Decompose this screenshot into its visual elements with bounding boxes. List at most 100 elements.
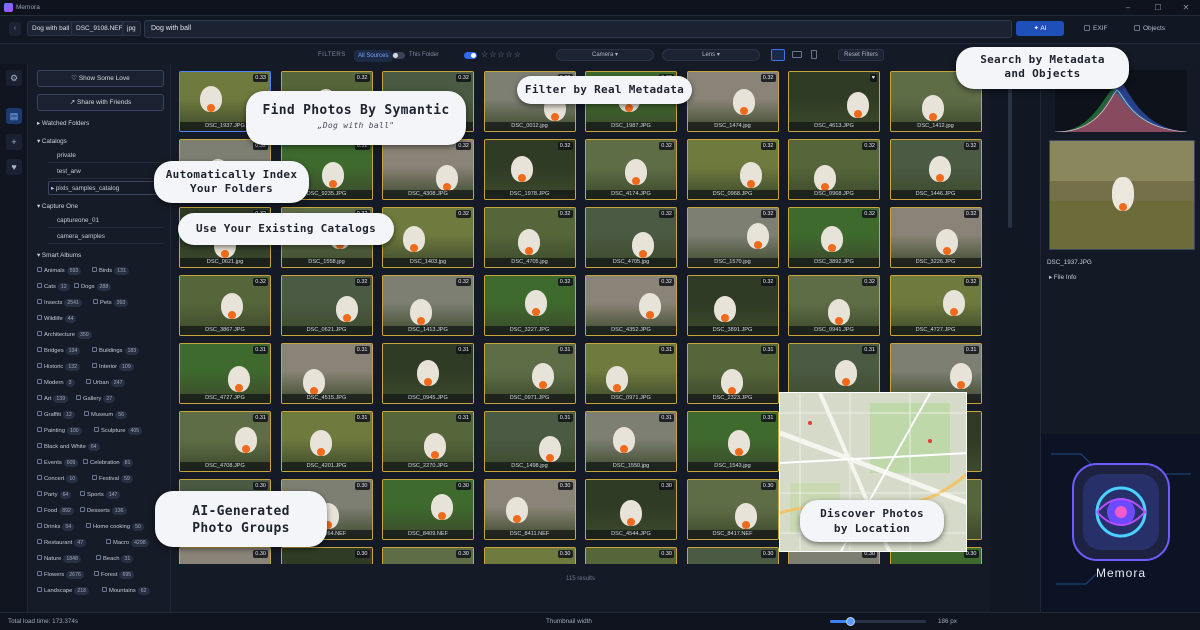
library-icon[interactable]: ▤ xyxy=(6,108,22,124)
smart-album-tag[interactable]: Party 64 xyxy=(37,490,72,500)
photo-thumbnail[interactable]: 0.31 DSC_1498.jpg xyxy=(483,411,576,472)
checkbox[interactable] xyxy=(92,363,97,368)
smart-album-tag[interactable]: Historic 132 xyxy=(37,362,80,372)
smart-album-tag[interactable]: Modern 3 xyxy=(37,378,75,388)
photo-thumbnail[interactable]: 0.31 DSC_4515.JPG xyxy=(280,343,373,404)
minimize-icon[interactable]: – xyxy=(1118,2,1138,14)
photo-thumbnail[interactable]: 0.30 DSC_4544.JPG xyxy=(585,479,677,540)
smart-album-tag[interactable]: Pets 393 xyxy=(93,298,129,308)
photo-thumbnail[interactable]: 0.32 DSC_4705.jpg xyxy=(483,207,576,268)
photo-thumbnail[interactable]: 0.31 DSC_1550.jpg xyxy=(585,411,677,472)
smart-album-tag[interactable]: Home cooking 50 xyxy=(86,522,144,532)
checkbox[interactable] xyxy=(37,523,42,528)
smart-album-tag[interactable]: Sculpture 405 xyxy=(94,426,143,436)
photo-thumbnail[interactable]: 0.32 DSC_1570.jpg xyxy=(686,207,779,268)
reset-filters-button[interactable]: Reset Filters xyxy=(838,49,884,61)
back-icon[interactable]: ‹ xyxy=(9,22,21,36)
camera-dropdown[interactable]: Camera ▾ xyxy=(556,49,654,61)
lens-dropdown[interactable]: Lens ▾ xyxy=(662,49,760,61)
checkbox[interactable] xyxy=(37,459,42,464)
checkbox[interactable] xyxy=(37,507,42,512)
checkbox[interactable] xyxy=(37,363,42,368)
photo-thumbnail[interactable]: 0.32 DSC_3227.JPG xyxy=(483,275,576,336)
checkbox[interactable] xyxy=(83,459,88,464)
photo-thumbnail[interactable]: 0.31 DSC_4708.JPG xyxy=(179,411,271,472)
file-info-section[interactable]: ▸ File Info xyxy=(1049,274,1076,281)
smart-album-tag[interactable]: Nature 1848 xyxy=(37,554,81,564)
checkbox[interactable] xyxy=(37,475,42,480)
photo-thumbnail[interactable]: 0.32 DSC_1978.JPG xyxy=(483,139,576,200)
rating-toggle[interactable] xyxy=(464,52,477,59)
smart-album-tag[interactable]: Animals 593 xyxy=(37,266,82,276)
smart-album-tag[interactable]: Mountains 62 xyxy=(102,586,150,596)
star-rating[interactable]: ☆☆☆☆☆ xyxy=(481,50,522,59)
search-chip[interactable]: jpg xyxy=(122,21,141,36)
smart-albums-section[interactable]: ▾ Smart Albums xyxy=(37,252,81,259)
photo-thumbnail[interactable]: ♥ DSC_4613.JPG xyxy=(788,71,880,132)
photo-thumbnail[interactable]: 0.30 xyxy=(179,547,271,564)
slider-handle[interactable] xyxy=(846,617,856,626)
photo-thumbnail[interactable]: 0.30 DSC_8417.NEF xyxy=(686,479,779,540)
source-toggle[interactable] xyxy=(392,52,405,59)
checkbox[interactable] xyxy=(37,427,42,432)
checkbox[interactable] xyxy=(102,587,107,592)
smart-album-tag[interactable]: Food 892 xyxy=(37,506,74,516)
scrollbar-thumb[interactable] xyxy=(1008,68,1012,228)
smart-album-tag[interactable]: Forest 695 xyxy=(94,570,135,580)
smart-album-tag[interactable]: Insects 2541 xyxy=(37,298,82,308)
smart-album-tag[interactable]: Dogs 288 xyxy=(74,282,112,292)
photo-thumbnail[interactable]: 0.30 xyxy=(483,547,576,564)
share-button[interactable]: ↗ Share with Friends xyxy=(37,94,164,111)
photo-thumbnail[interactable]: 0.32 DSC_0968.JPG xyxy=(686,139,779,200)
checkbox[interactable] xyxy=(106,539,111,544)
smart-album-tag[interactable]: Drinks 54 xyxy=(37,522,75,532)
photo-thumbnail[interactable]: 0.32 DSC_1474.jpg xyxy=(686,71,779,132)
photo-thumbnail[interactable]: 0.31 DSC_4727.JPG xyxy=(179,343,271,404)
checkbox[interactable] xyxy=(80,491,85,496)
photo-thumbnail[interactable]: 0.32 DSC_3891.JPG xyxy=(686,275,779,336)
photo-thumbnail[interactable]: 0.32 DSC_1446.JPG xyxy=(889,139,982,200)
checkbox[interactable] xyxy=(37,267,42,272)
checkbox[interactable] xyxy=(37,347,42,352)
checkbox[interactable] xyxy=(37,395,42,400)
checkbox[interactable] xyxy=(37,571,42,576)
photo-thumbnail[interactable]: 0.31 DSC_0945.JPG xyxy=(382,343,474,404)
photo-thumbnail[interactable]: 0.32 DSC_3867.JPG xyxy=(179,275,271,336)
photo-thumbnail[interactable]: 0.32 DSC_4174.JPG xyxy=(585,139,677,200)
checkbox[interactable] xyxy=(37,299,42,304)
checkbox[interactable] xyxy=(74,283,79,288)
photo-thumbnail[interactable]: 0.31 DSC_1543.jpg xyxy=(686,411,779,472)
smart-album-tag[interactable]: Bridges 134 xyxy=(37,346,81,356)
maximize-icon[interactable]: ☐ xyxy=(1148,2,1168,14)
photo-thumbnail[interactable]: 0.32 DSC_4352.JPG xyxy=(585,275,677,336)
smart-album-tag[interactable]: Black and White 64 xyxy=(37,442,100,452)
photo-thumbnail[interactable]: 0.31 DSC_2270.JPG xyxy=(382,411,474,472)
thumbnail-width-slider[interactable] xyxy=(830,617,926,626)
checkbox[interactable] xyxy=(37,283,42,288)
checkbox[interactable] xyxy=(76,395,81,400)
photo-thumbnail[interactable]: 0.31 DSC_4201.JPG xyxy=(280,411,373,472)
checkbox[interactable] xyxy=(37,443,42,448)
checkbox[interactable] xyxy=(37,411,42,416)
smart-album-tag[interactable]: Buildings 183 xyxy=(92,346,140,356)
checkbox[interactable] xyxy=(37,315,42,320)
checkbox[interactable] xyxy=(37,379,42,384)
smart-album-tag[interactable]: Painting 100 xyxy=(37,426,82,436)
capture-one-item[interactable]: captureone_01 xyxy=(48,214,164,228)
catalog-item[interactable]: ▸ pixls_samples_catalog xyxy=(48,181,164,195)
smart-album-tag[interactable]: Celebration 81 xyxy=(83,458,134,468)
catalogs-section[interactable]: ▾ Catalogs xyxy=(37,138,67,145)
smart-album-tag[interactable]: Landscape 218 xyxy=(37,586,90,596)
smart-album-tag[interactable]: Urban 247 xyxy=(86,378,126,388)
capture-one-item[interactable]: camera_samples xyxy=(48,230,164,244)
square-orientation-icon[interactable] xyxy=(811,50,817,59)
catalog-item[interactable]: test_arw xyxy=(48,165,164,179)
smart-album-tag[interactable]: Sports 147 xyxy=(80,490,121,500)
photo-thumbnail[interactable]: 0.30 DSC_8409.NEF xyxy=(382,479,474,540)
checkbox[interactable] xyxy=(94,427,99,432)
smart-album-tag[interactable]: Festival 59 xyxy=(92,474,133,484)
photo-thumbnail[interactable]: 0.30 xyxy=(382,547,474,564)
photo-thumbnail[interactable]: 0.32 DSC_1413.JPG xyxy=(382,275,474,336)
show-love-button[interactable]: ♡ Show Some Love xyxy=(37,70,164,87)
checkbox[interactable] xyxy=(86,523,91,528)
